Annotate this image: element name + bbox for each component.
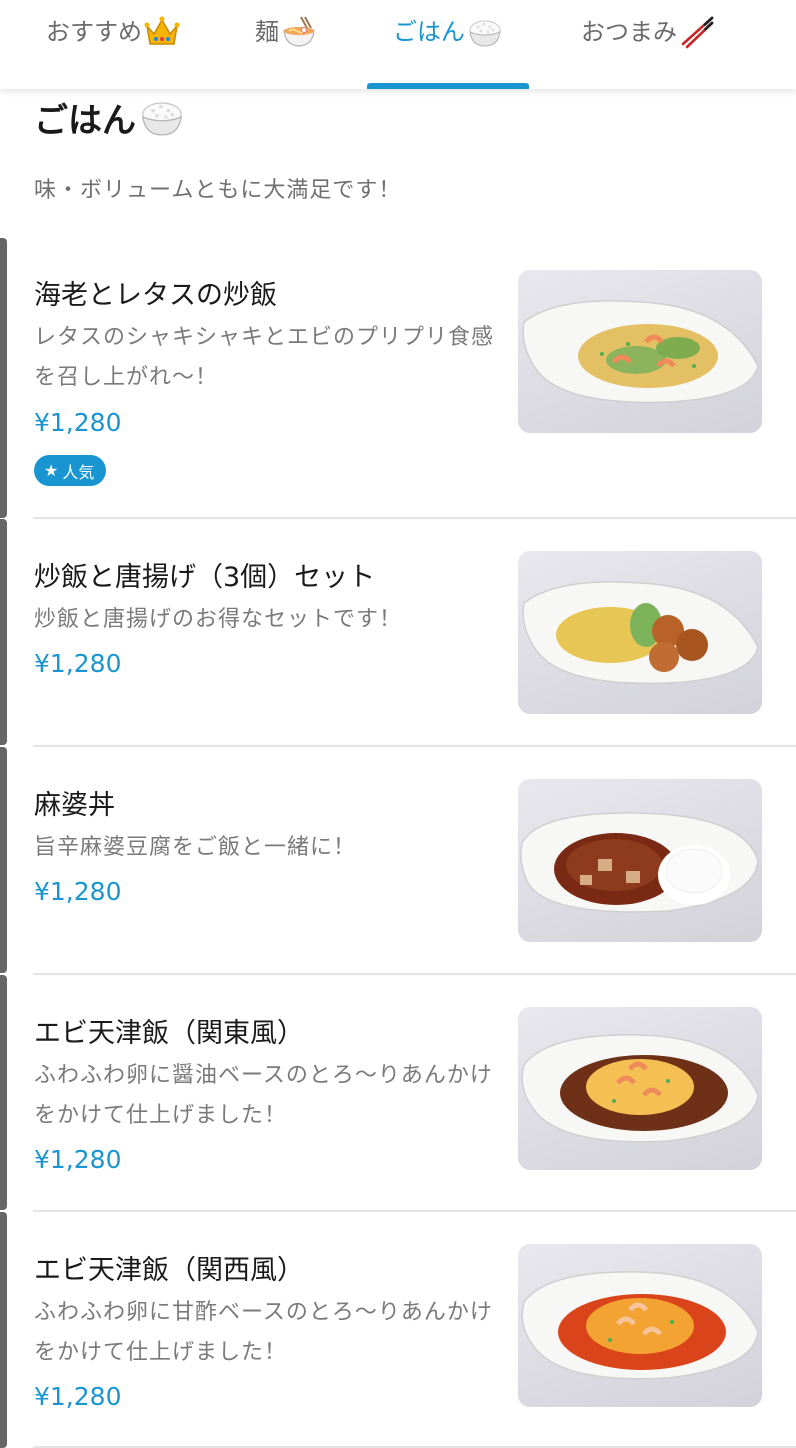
item-photo[interactable] — [518, 270, 762, 433]
tab-men[interactable]: 麺 — [226, 0, 346, 89]
item-photo[interactable] — [518, 1244, 762, 1407]
tab-label: おすすめ — [46, 18, 142, 46]
item-price: ¥1,280 — [34, 1145, 122, 1174]
item-name: エビ天津飯（関東風） — [34, 1018, 304, 1049]
item-name: エビ天津飯（関西風） — [34, 1255, 304, 1286]
item-name: 炒飯と唐揚げ（3個）セット — [34, 562, 376, 593]
item-edge-marker — [0, 747, 7, 973]
item-photo[interactable] — [518, 551, 762, 714]
menu-item[interactable]: エビ天津飯（関東風） ふわふわ卵に醤油ベースのとろ〜りあんかけをかけて仕上げまし… — [0, 975, 796, 1210]
item-edge-marker — [0, 519, 7, 745]
category-tab-bar: おすすめ 麺 ごはん おつまみ — [0, 0, 796, 89]
tab-otsumami[interactable]: おつまみ — [560, 0, 736, 89]
noodle-bowl-icon — [281, 14, 317, 50]
item-description: 旨辛麻婆豆腐をご飯と一緒に！ — [34, 835, 357, 860]
tab-osusume[interactable]: おすすめ — [20, 0, 206, 89]
chopsticks-icon — [679, 14, 715, 50]
section-title-text: ごはん — [34, 100, 136, 141]
item-description: レタスのシャキシャキとエビのプリプリ食感を召し上がれ〜！ — [34, 325, 495, 390]
item-price: ¥1,280 — [34, 877, 122, 906]
menu-item[interactable]: エビ天津飯（関西風） ふわふわ卵に甘酢ベースのとろ〜りあんかけをかけて仕上げまし… — [0, 1212, 796, 1448]
tab-label: 麺 — [255, 18, 279, 46]
section-title: ごはん — [34, 92, 186, 142]
star-icon: ★ — [44, 461, 59, 480]
menu-item[interactable]: 麻婆丼 旨辛麻婆豆腐をご飯と一緒に！ ¥1,280 — [0, 747, 796, 973]
item-price: ¥1,280 — [34, 1382, 122, 1411]
item-edge-marker — [0, 1212, 7, 1448]
tab-gohan[interactable]: ごはん — [367, 0, 529, 89]
item-description: ふわふわ卵に醤油ベースのとろ〜りあんかけをかけて仕上げました！ — [34, 1063, 493, 1128]
item-name: 海老とレタスの炒飯 — [34, 280, 277, 311]
active-tab-indicator — [367, 83, 529, 89]
popular-badge: ★ 人気 — [34, 455, 107, 486]
tab-label: ごはん — [393, 18, 465, 46]
tab-label: おつまみ — [581, 18, 677, 46]
item-photo[interactable] — [518, 779, 762, 942]
menu-item[interactable]: 炒飯と唐揚げ（3個）セット 炒飯と唐揚げのお得なセットです！ ¥1,280 — [0, 519, 796, 745]
item-description: ふわふわ卵に甘酢ベースのとろ〜りあんかけをかけて仕上げました！ — [34, 1300, 493, 1365]
item-edge-marker — [0, 975, 7, 1210]
section-description: 味・ボリュームともに大満足です！ — [34, 178, 402, 203]
item-edge-marker — [0, 238, 7, 518]
rice-bowl-icon — [467, 14, 503, 50]
badge-label: 人気 — [62, 462, 95, 482]
rice-bowl-icon — [138, 94, 186, 140]
item-price: ¥1,280 — [34, 649, 122, 678]
item-description: 炒飯と唐揚げのお得なセットです！ — [34, 607, 403, 632]
item-photo[interactable] — [518, 1007, 762, 1170]
menu-item[interactable]: 海老とレタスの炒飯 レタスのシャキシャキとエビのプリプリ食感を召し上がれ〜！ ¥… — [0, 238, 796, 518]
crown-icon — [144, 14, 180, 50]
item-name: 麻婆丼 — [34, 790, 115, 821]
item-price: ¥1,280 — [34, 408, 122, 437]
